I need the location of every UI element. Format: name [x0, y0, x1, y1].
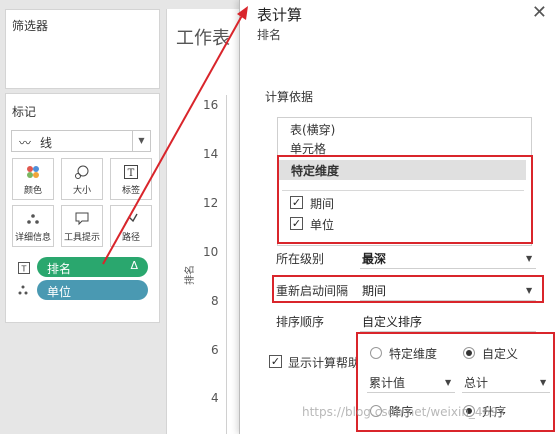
watermark: https://blog.csdn.net/weixin_4697 — [302, 405, 506, 419]
annotation-arrow — [102, 6, 248, 265]
